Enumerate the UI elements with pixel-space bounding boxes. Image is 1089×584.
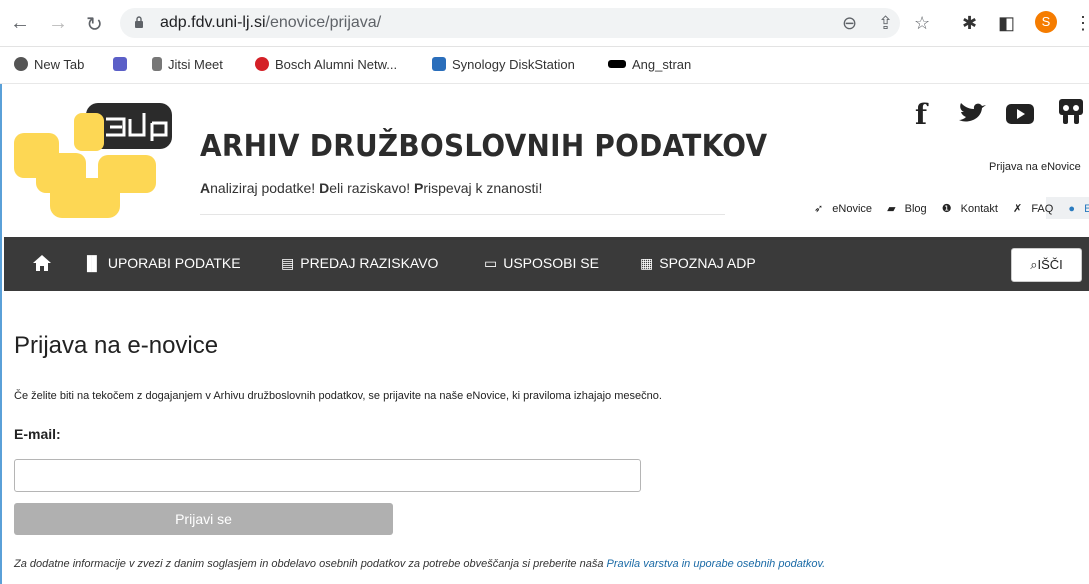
top-link-label: FAQ — [1031, 203, 1054, 215]
globe-icon — [14, 57, 28, 71]
intro-text: Če želite biti na tekočem z dogajanjem v… — [14, 390, 662, 402]
privacy-note: Za dodatne informacije v zvezi z danim s… — [14, 558, 825, 570]
bookmark-bosch[interactable]: Bosch Alumni Netw... — [255, 57, 397, 72]
tagline-part: naliziraj podatke! — [210, 180, 320, 196]
nav-label: SPOZNAJ ADP — [659, 255, 756, 271]
privacy-note-text: Za dodatne informacije v zvezi z danim s… — [14, 558, 607, 570]
bookmark-label: Jitsi Meet — [168, 57, 223, 72]
clipboard-icon: ▤ — [281, 255, 295, 271]
page-viewport: ARHIV DRUŽBOSLOVNIH PODATKOV Analiziraj … — [0, 84, 1089, 584]
menu-icon[interactable]: ⋮ — [1074, 13, 1089, 34]
top-link-label: Blog — [904, 203, 927, 215]
grid-icon: ▦ — [640, 255, 654, 271]
tagline-a: A — [200, 180, 211, 196]
info-icon: ❶ — [941, 203, 952, 215]
facebook-icon[interactable]: f — [915, 98, 927, 131]
top-link-label: EN — [1084, 203, 1089, 215]
star-icon[interactable]: ☆ — [914, 13, 930, 34]
zoom-icon[interactable]: ⊖ — [842, 13, 857, 34]
bosch-icon — [255, 57, 269, 71]
bookmarks-bar: New Tab Jitsi Meet Bosch Alumni Netw... … — [0, 47, 1089, 84]
bookmark-label: New Tab — [34, 57, 85, 72]
share-icon[interactable]: ⇪ — [878, 13, 893, 34]
faq-link[interactable]: ✗ FAQ — [1013, 203, 1059, 215]
nav-label: UPORABI PODATKE — [107, 255, 241, 271]
blog-link[interactable]: ▰ Blog — [887, 203, 933, 215]
top-link-label: Kontakt — [960, 203, 998, 215]
adp-logo[interactable] — [14, 103, 174, 218]
tagline-part: rispevaj k znanosti! — [423, 180, 543, 196]
profile-avatar[interactable]: S — [1035, 11, 1057, 33]
top-links: ➶ eNovice ▰ Blog ❶ Kontakt ✗ FAQ ● EN — [814, 202, 1089, 215]
presentation-icon: ▭ — [484, 255, 498, 271]
lock-icon — [135, 16, 143, 28]
bar-chart-icon: ▐▌ — [82, 255, 102, 271]
nav-usposobi-se[interactable]: ▭ USPOSOBI SE — [484, 255, 599, 272]
home-icon[interactable] — [32, 253, 52, 273]
language-link[interactable]: ● EN — [1068, 203, 1089, 215]
bookmark-synology[interactable]: Synology DiskStation — [432, 57, 575, 72]
synology-icon — [432, 57, 446, 71]
bookmark-wix[interactable]: Ang_stran — [608, 57, 691, 72]
sidepanel-icon[interactable]: ◧ — [998, 13, 1015, 34]
divider — [200, 214, 725, 215]
extensions-icon[interactable]: ✱ — [962, 13, 977, 34]
back-icon[interactable]: ← — [10, 12, 30, 35]
slideshare-icon[interactable] — [1058, 98, 1084, 126]
email-label: E-mail: — [14, 426, 61, 442]
address-bar[interactable]: adp.fdv.uni-lj.si/enovice/prijava/ — [120, 8, 900, 38]
forward-icon[interactable]: → — [48, 12, 68, 35]
comment-icon: ▰ — [887, 203, 896, 215]
enovice-link[interactable]: ➶ eNovice — [814, 203, 878, 215]
kontakt-link[interactable]: ❶ Kontakt — [942, 203, 1004, 215]
youtube-icon[interactable] — [1006, 104, 1034, 124]
top-link-label: eNovice — [832, 203, 873, 215]
privacy-policy-link[interactable]: Pravila varstva in uporabe osebnih podat… — [607, 558, 826, 570]
email-field[interactable] — [14, 459, 641, 492]
nav-label: USPOSOBI SE — [503, 255, 599, 271]
browser-toolbar: ← → ↻ adp.fdv.uni-lj.si/enovice/prijava/… — [0, 0, 1089, 47]
search-button[interactable]: ⌕IŠČI — [1011, 248, 1082, 282]
url-path: /enovice/prijava/ — [265, 14, 382, 31]
bookmark-label: Synology DiskStation — [452, 57, 575, 72]
bookmark-teams[interactable] — [113, 57, 133, 72]
globe-icon: ● — [1068, 203, 1076, 215]
bookmark-new-tab[interactable]: New Tab — [14, 57, 84, 72]
page-title: Prijava na e-novice — [14, 332, 219, 359]
main-nav: ▐▌ UPORABI PODATKE ▤ PREDAJ RAZISKAVO ▭ USP… — [4, 237, 1089, 291]
nav-spoznaj-adp[interactable]: ▦ SPOZNAJ ADP — [640, 255, 756, 272]
jitsi-icon — [152, 57, 162, 71]
send-icon: ➶ — [814, 203, 824, 215]
url-text: adp.fdv.uni-lj.si/enovice/prijava/ — [160, 14, 381, 32]
pin-icon: ✗ — [1013, 203, 1023, 215]
twitter-icon[interactable] — [957, 102, 987, 126]
tagline-d: D — [319, 180, 330, 196]
tagline-part: eli raziskavo! — [329, 180, 415, 196]
bookmark-jitsi[interactable]: Jitsi Meet — [152, 57, 223, 72]
teams-icon — [113, 57, 127, 71]
nav-uporabi-podatke[interactable]: ▐▌ UPORABI PODATKE — [82, 255, 241, 271]
nav-label: PREDAJ RAZISKAVO — [300, 255, 439, 271]
wix-icon — [608, 60, 626, 68]
bookmark-label: Ang_stran — [632, 57, 692, 72]
site-tagline: Analiziraj podatke! Deli raziskavo! Pris… — [200, 180, 542, 196]
subscribe-button[interactable]: Prijavi se — [14, 503, 393, 535]
tagline-p: P — [414, 180, 424, 196]
newsletter-signup-link[interactable]: Prijava na eNovice — [989, 161, 1081, 173]
reload-icon[interactable]: ↻ — [86, 12, 103, 37]
url-host: adp.fdv.uni-lj.si — [160, 14, 266, 31]
nav-predaj-raziskavo[interactable]: ▤ PREDAJ RAZISKAVO — [281, 255, 438, 272]
search-label: IŠČI — [1037, 257, 1063, 272]
site-title[interactable]: ARHIV DRUŽBOSLOVNIH PODATKOV — [200, 129, 767, 164]
bookmark-label: Bosch Alumni Netw... — [275, 57, 398, 72]
